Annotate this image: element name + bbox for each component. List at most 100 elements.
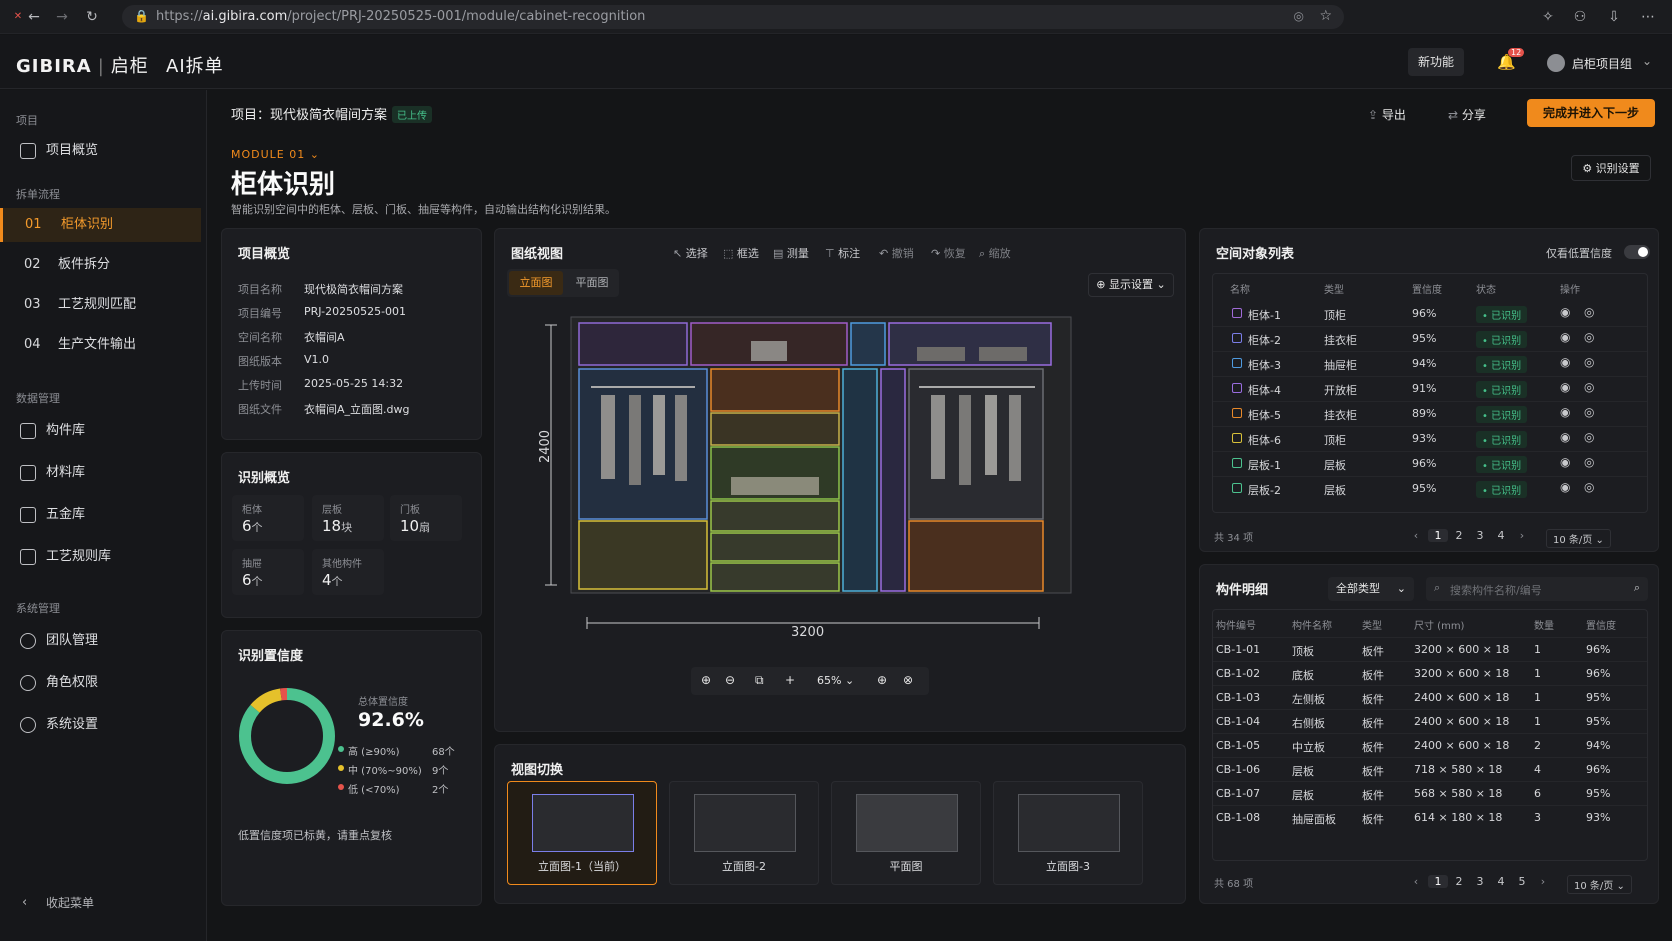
tab-elevation[interactable]: 立面图 (509, 271, 563, 295)
address-bar[interactable]: 🔒 https://ai.gibira.com/project/PRJ-2025… (122, 5, 1344, 29)
page-button[interactable]: 2 (1449, 875, 1469, 888)
forward-icon[interactable]: → (54, 9, 70, 25)
row-checkbox[interactable] (1232, 458, 1242, 468)
sidebar-item-panel-split[interactable]: 02 板件拆分 (16, 248, 201, 282)
locate-icon[interactable]: ◎ (1584, 305, 1594, 319)
avatar[interactable] (1547, 54, 1565, 72)
zoom-level[interactable]: 65% ⌄ (817, 674, 854, 687)
page-size-select[interactable]: 10 条/页 ⌄ (1546, 529, 1611, 548)
row-checkbox[interactable] (1232, 433, 1242, 443)
share-button[interactable]: ⇄ 分享 (1448, 106, 1486, 123)
prev-page-icon[interactable]: ‹ (1406, 529, 1426, 542)
eye-icon[interactable]: ◉ (1560, 480, 1570, 494)
zoom-out-icon[interactable]: ⊖ (725, 673, 735, 687)
tab-plan[interactable]: 平面图 (565, 271, 619, 295)
fit-icon[interactable]: ⧉ (755, 673, 764, 688)
downloads-icon[interactable]: ⇩ (1606, 9, 1622, 25)
sidebar-item-file-output[interactable]: 04 生产文件输出 (16, 328, 201, 362)
recognition-settings-button[interactable]: ⚙ 识别设置 (1571, 155, 1651, 181)
view-thumb-elevation-3[interactable]: 立面图-3 (993, 781, 1143, 885)
crosshair-icon[interactable]: + (785, 673, 795, 687)
row-checkbox[interactable] (1232, 358, 1242, 368)
sidebar-item-components[interactable]: 构件库 (16, 414, 201, 448)
parts-search-input[interactable]: ⌕ 搜索构件名称/编号 ⌕ (1426, 577, 1648, 601)
sidebar-item-roles[interactable]: 角色权限 (16, 666, 201, 700)
export-button[interactable]: ⇪ 导出 (1368, 106, 1406, 123)
collapse-menu-button[interactable]: ‹ 收起菜单 (16, 886, 201, 920)
search-icon[interactable]: ⌕ (1634, 581, 1640, 595)
new-feature-button[interactable]: 新功能 (1408, 48, 1464, 76)
tool-4[interactable]: ↶ 撤销 (879, 245, 914, 261)
eye-icon[interactable]: ◉ (1560, 455, 1570, 469)
site-info-icon[interactable]: ◎ (1294, 9, 1304, 23)
locate-icon[interactable]: ◎ (1584, 430, 1594, 444)
back-icon[interactable]: ← (26, 9, 42, 25)
sidebar-item-team[interactable]: 团队管理 (16, 624, 201, 658)
locate-icon[interactable]: ◎ (1584, 405, 1594, 419)
display-settings-dropdown[interactable]: ⊕ 显示设置 ⌄ (1088, 273, 1174, 297)
sidebar-item-rule-match[interactable]: 03 工艺规则匹配 (16, 288, 201, 322)
sidebar-item-rules[interactable]: 工艺规则库 (16, 540, 201, 574)
row-checkbox[interactable] (1232, 333, 1242, 343)
sidebar-item-materials[interactable]: 材料库 (16, 456, 201, 490)
tool-1[interactable]: ⬚ 框选 (723, 245, 759, 261)
sidebar-item-project-overview[interactable]: 项目概览 (16, 134, 201, 168)
reload-icon[interactable]: ↻ (84, 9, 100, 25)
view-thumb-elevation-1[interactable]: 立面图-1（当前） (507, 781, 657, 885)
center-icon[interactable]: ⊗ (903, 673, 913, 687)
eye-icon[interactable]: ◉ (1560, 330, 1570, 344)
locate-icon[interactable]: ◎ (1584, 380, 1594, 394)
tool-0[interactable]: ↖ 选择 (673, 245, 708, 261)
eye-icon[interactable]: ◉ (1560, 355, 1570, 369)
tool-3[interactable]: ⊤ 标注 (825, 245, 860, 261)
sidebar-item-hardware[interactable]: 五金库 (16, 498, 201, 532)
next-step-button[interactable]: 完成并进入下一步 (1527, 99, 1655, 127)
sidebar-item-settings[interactable]: 系统设置 (16, 708, 201, 742)
locate-icon[interactable]: ◎ (1584, 455, 1594, 469)
module-label[interactable]: MODULE 01 ⌄ (231, 148, 320, 161)
tool-5[interactable]: ↷ 恢复 (931, 245, 966, 261)
stat-unit: 个 (251, 521, 263, 534)
next-page-icon[interactable]: › (1533, 875, 1553, 888)
logo[interactable]: GIBIRA | 启柜 AI拆单 (16, 52, 224, 78)
locate-icon[interactable]: ◎ (1584, 330, 1594, 344)
sidebar-item-cabinet-recognition[interactable]: 01 柜体识别 (0, 208, 201, 242)
page-button[interactable]: 3 (1470, 529, 1490, 542)
page-button[interactable]: 1 (1428, 875, 1448, 888)
locate-icon[interactable]: ◎ (1584, 480, 1594, 494)
page-button[interactable]: 2 (1449, 529, 1469, 542)
user-name[interactable]: 启柜项目组 (1572, 55, 1632, 72)
row-checkbox[interactable] (1232, 308, 1242, 318)
tool-2[interactable]: ▤ 测量 (773, 245, 809, 261)
page-button[interactable]: 4 (1491, 875, 1511, 888)
type-filter-select[interactable]: 全部类型 ⌄ (1328, 577, 1414, 601)
eye-icon[interactable]: ◉ (1560, 305, 1570, 319)
zoom-plus-icon[interactable]: ⊕ (877, 673, 887, 687)
part-cell: 2400 × 600 × 18 (1414, 691, 1510, 704)
page-button[interactable]: 5 (1512, 875, 1532, 888)
zoom-in-icon[interactable]: ⊕ (701, 673, 711, 687)
view-thumb-plan[interactable]: 平面图 (831, 781, 981, 885)
more-menu-icon[interactable]: ⋯ (1640, 9, 1656, 25)
next-page-icon[interactable]: › (1512, 529, 1532, 542)
eye-icon[interactable]: ◉ (1560, 380, 1570, 394)
row-checkbox[interactable] (1232, 483, 1242, 493)
eye-icon[interactable]: ◉ (1560, 405, 1570, 419)
page-size-select[interactable]: 10 条/页 ⌄ (1567, 875, 1632, 894)
locate-icon[interactable]: ◎ (1584, 355, 1594, 369)
row-checkbox[interactable] (1232, 383, 1242, 393)
chevron-down-icon[interactable]: ⌄ (1642, 54, 1652, 68)
page-button[interactable]: 3 (1470, 875, 1490, 888)
row-checkbox[interactable] (1232, 408, 1242, 418)
prev-page-icon[interactable]: ‹ (1406, 875, 1426, 888)
bookmark-star-icon[interactable]: ☆ (1319, 8, 1332, 24)
page-button[interactable]: 1 (1428, 529, 1448, 542)
profile-icon[interactable]: ⚇ (1572, 9, 1588, 25)
view-thumb-elevation-2[interactable]: 立面图-2 (669, 781, 819, 885)
tool-6[interactable]: ⌕ 缩放 (979, 245, 1011, 261)
low-confidence-toggle[interactable] (1624, 245, 1650, 259)
page-button[interactable]: 4 (1491, 529, 1511, 542)
eye-icon[interactable]: ◉ (1560, 430, 1570, 444)
extensions-icon[interactable]: ✧ (1540, 9, 1556, 25)
cabinet-elevation-drawing[interactable] (535, 309, 1155, 639)
